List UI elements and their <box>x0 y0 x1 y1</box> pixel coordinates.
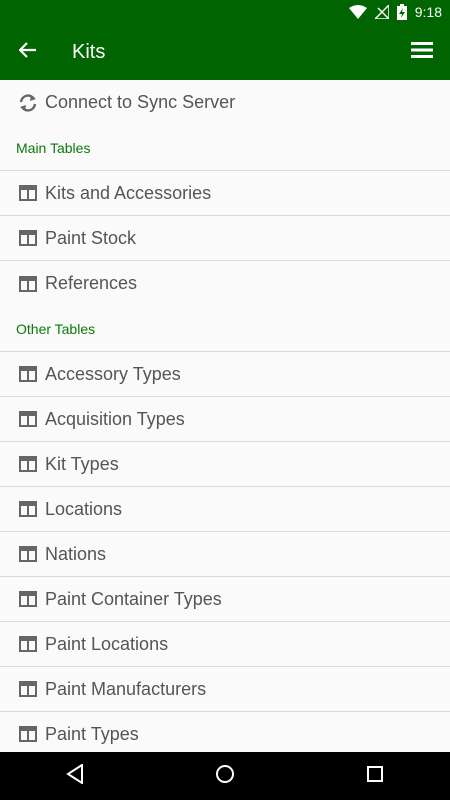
list-item-label: Paint Types <box>45 723 139 744</box>
list-item-label: Paint Locations <box>45 633 169 654</box>
list-item-accessory-types[interactable]: Accessory Types <box>0 352 450 397</box>
back-triangle-icon <box>66 762 84 789</box>
nav-back-button[interactable] <box>51 752 99 800</box>
list-item-paint-stock[interactable]: Paint Stock <box>0 216 450 261</box>
list-item-kits-and-accessories[interactable]: Kits and Accessories <box>0 171 450 216</box>
battery-charging-icon <box>396 4 407 20</box>
back-button[interactable] <box>0 24 56 80</box>
system-nav-bar <box>0 752 450 800</box>
list-item-label: Kits and Accessories <box>45 182 212 203</box>
home-circle-icon <box>215 764 235 789</box>
recents-square-icon <box>366 765 384 788</box>
table-icon <box>17 363 39 385</box>
list-item-acquisition-types[interactable]: Acquisition Types <box>0 397 450 442</box>
menu-icon <box>411 41 433 63</box>
table-icon <box>17 543 39 565</box>
list-item-paint-container-types[interactable]: Paint Container Types <box>0 577 450 622</box>
section-header-main-tables: Main Tables <box>0 125 450 171</box>
list-item-kit-types[interactable]: Kit Types <box>0 442 450 487</box>
arrow-back-icon <box>18 41 37 64</box>
wifi-icon <box>348 5 367 19</box>
table-icon <box>17 453 39 475</box>
list-item-label: Accessory Types <box>45 363 181 384</box>
status-bar: 9:18 <box>0 0 450 24</box>
table-icon <box>17 227 39 249</box>
table-icon <box>17 273 39 295</box>
sync-icon <box>17 92 39 114</box>
menu-button[interactable] <box>404 34 440 70</box>
section-header-other-tables: Other Tables <box>0 306 450 352</box>
nav-home-button[interactable] <box>201 752 249 800</box>
table-icon <box>17 588 39 610</box>
list-item-locations[interactable]: Locations <box>0 487 450 532</box>
drawer-list: Connect to Sync Server Main Tables Kits … <box>0 80 450 752</box>
list-item-label: References <box>45 273 138 293</box>
list-item-label: Kit Types <box>45 453 119 474</box>
list-item-references[interactable]: References <box>0 261 450 306</box>
table-icon <box>17 408 39 430</box>
list-item-label: Paint Container Types <box>45 588 222 609</box>
list-item-label: Paint Stock <box>45 227 137 248</box>
table-icon <box>17 498 39 520</box>
app-bar: Kits <box>0 24 450 80</box>
list-item-label: Acquisition Types <box>45 408 185 429</box>
table-icon <box>17 723 39 745</box>
nav-recents-button[interactable] <box>351 752 399 800</box>
list-item-nations[interactable]: Nations <box>0 532 450 577</box>
list-item-label: Nations <box>45 543 107 564</box>
list-item-paint-manufacturers[interactable]: Paint Manufacturers <box>0 667 450 712</box>
list-item-label: Locations <box>45 498 123 519</box>
sync-server-label: Connect to Sync Server <box>45 92 236 112</box>
sync-server-item[interactable]: Connect to Sync Server <box>0 80 450 125</box>
table-icon <box>17 633 39 655</box>
list-item-paint-types[interactable]: Paint Types <box>0 712 450 752</box>
table-icon <box>17 678 39 700</box>
list-item-label: Paint Manufacturers <box>45 678 207 699</box>
table-icon <box>17 182 39 204</box>
status-time: 9:18 <box>414 4 442 20</box>
list-item-paint-locations[interactable]: Paint Locations <box>0 622 450 667</box>
page-title: Kits <box>72 40 106 63</box>
no-signal-icon <box>374 5 389 19</box>
